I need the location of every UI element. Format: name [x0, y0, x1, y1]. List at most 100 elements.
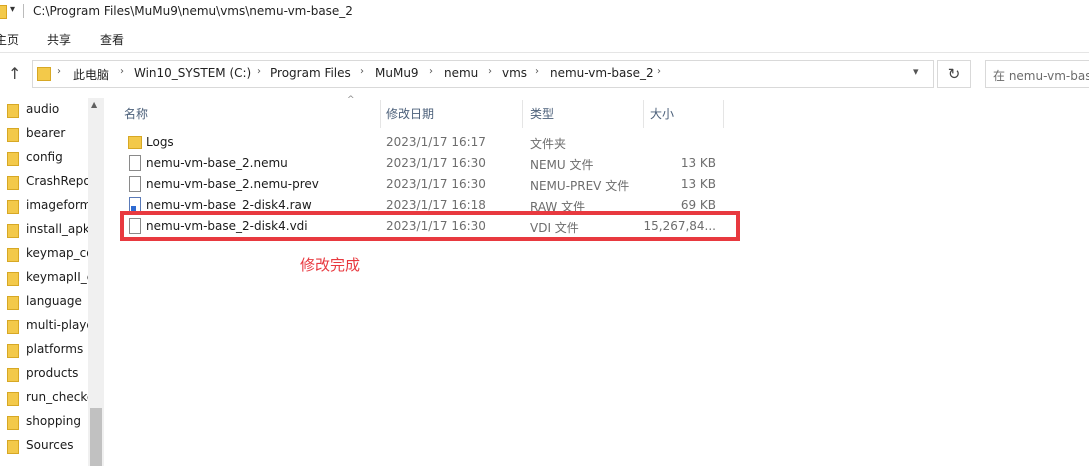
- nav-item-label: audio: [26, 102, 60, 116]
- chevron-right-icon[interactable]: ›: [535, 66, 539, 77]
- file-row[interactable]: nemu-vm-base_2.nemu 2023/1/17 16:30 NEMU…: [120, 153, 720, 174]
- file-row[interactable]: Logs 2023/1/17 16:17 文件夹: [120, 132, 720, 153]
- nav-item[interactable]: platforms: [0, 338, 88, 362]
- file-icon: [129, 155, 141, 171]
- file-date: 2023/1/17 16:30: [386, 156, 486, 170]
- nav-item[interactable]: language: [0, 290, 88, 314]
- annotation-label: 修改完成: [300, 256, 361, 274]
- folder-icon: [7, 176, 19, 190]
- refresh-button[interactable]: ↻: [937, 60, 971, 88]
- column-header-name[interactable]: 名称: [124, 105, 148, 122]
- file-row[interactable]: nemu-vm-base_2.nemu-prev 2023/1/17 16:30…: [120, 174, 720, 195]
- folder-icon: [7, 224, 19, 238]
- column-divider[interactable]: [522, 100, 523, 128]
- nav-item[interactable]: install_apk: [0, 218, 88, 242]
- file-name: nemu-vm-base_2.nemu-prev: [146, 177, 319, 191]
- window-title: C:\Program Files\MuMu9\nemu\vms\nemu-vm-…: [33, 4, 353, 18]
- folder-icon: [7, 128, 19, 142]
- breadcrumb-mumu9[interactable]: MuMu9: [375, 66, 419, 80]
- column-header-row: ^ 名称 修改日期 类型 大小: [104, 95, 724, 128]
- folder-icon: [7, 320, 19, 334]
- nav-item-label: language: [26, 294, 82, 308]
- ribbon-tabs: 主页 共享 查看: [0, 24, 1089, 53]
- folder-icon: [7, 248, 19, 262]
- nav-item[interactable]: products: [0, 362, 88, 386]
- refresh-icon: ↻: [947, 65, 961, 83]
- nav-item[interactable]: audio: [0, 98, 88, 122]
- folder-icon: [7, 344, 19, 358]
- breadcrumb-vms[interactable]: vms: [502, 66, 527, 80]
- breadcrumb-this-pc[interactable]: 此电脑: [73, 66, 109, 83]
- breadcrumb-program-files[interactable]: Program Files: [270, 66, 351, 80]
- chevron-right-icon[interactable]: ›: [57, 66, 61, 77]
- nav-item[interactable]: keymapII_c: [0, 266, 88, 290]
- nav-item[interactable]: keymap_co: [0, 242, 88, 266]
- file-date: 2023/1/17 16:18: [386, 198, 486, 212]
- breadcrumb-current-folder[interactable]: nemu-vm-base_2: [550, 66, 654, 80]
- chevron-right-icon[interactable]: ›: [257, 66, 261, 77]
- file-size: 69 KB: [680, 198, 716, 212]
- column-header-date[interactable]: 修改日期: [386, 105, 434, 122]
- chevron-right-icon[interactable]: ›: [120, 66, 124, 77]
- address-history-dropdown-icon[interactable]: ▾: [913, 65, 919, 78]
- folder-icon: [7, 416, 19, 430]
- nav-item[interactable]: shopping: [0, 410, 88, 434]
- tab-home[interactable]: 主页: [0, 31, 19, 48]
- nav-item-label: keymap_co: [26, 246, 88, 260]
- scroll-up-icon[interactable]: ▲: [91, 100, 97, 109]
- column-divider[interactable]: [643, 100, 644, 128]
- nav-item-label: platforms: [26, 342, 84, 356]
- folder-icon: [7, 440, 19, 454]
- folder-icon: [0, 5, 7, 19]
- up-arrow-icon[interactable]: ↑: [8, 64, 21, 83]
- nav-item[interactable]: bearer: [0, 122, 88, 146]
- folder-icon: [7, 104, 19, 118]
- file-type: NEMU 文件: [530, 158, 594, 172]
- chevron-right-icon[interactable]: ›: [429, 66, 433, 77]
- scrollbar-thumb[interactable]: [90, 408, 102, 466]
- column-header-size[interactable]: 大小: [650, 105, 674, 122]
- chevron-right-icon[interactable]: ›: [360, 66, 364, 77]
- breadcrumb-nemu[interactable]: nemu: [444, 66, 478, 80]
- nav-item-label: products: [26, 366, 79, 380]
- navigation-pane: audio bearer config CrashRepo imageform …: [0, 98, 104, 466]
- nav-item[interactable]: imageform: [0, 194, 88, 218]
- navigation-scrollbar[interactable]: ▲: [88, 98, 104, 466]
- nav-item[interactable]: run_checke: [0, 386, 88, 410]
- chevron-right-icon[interactable]: ›: [488, 66, 492, 77]
- column-divider[interactable]: [380, 100, 381, 128]
- nav-item-label: shopping: [26, 414, 81, 428]
- nav-item-label: keymapII_c: [26, 270, 88, 284]
- folder-icon: [7, 272, 19, 286]
- nav-item[interactable]: CrashRepo: [0, 170, 88, 194]
- nav-item-label: CrashRepo: [26, 174, 88, 188]
- nav-item-label: bearer: [26, 126, 66, 140]
- search-placeholder: 在 nemu-vm-bas: [993, 69, 1089, 83]
- folder-icon: [128, 136, 142, 149]
- nav-item[interactable]: config: [0, 146, 88, 170]
- nav-item-label: imageform: [26, 198, 88, 212]
- breadcrumb-drive[interactable]: Win10_SYSTEM (C:): [134, 66, 251, 80]
- quick-access-dropdown-icon[interactable]: ▾: [10, 4, 15, 15]
- column-divider[interactable]: [723, 100, 724, 128]
- folder-icon: [37, 67, 51, 81]
- search-input[interactable]: 在 nemu-vm-bas: [985, 60, 1089, 88]
- file-size: 13 KB: [680, 156, 716, 170]
- file-date: 2023/1/17 16:30: [386, 177, 486, 191]
- nav-item-label: install_apk: [26, 222, 88, 236]
- nav-item[interactable]: Sources: [0, 434, 88, 458]
- address-bar[interactable]: › 此电脑 › Win10_SYSTEM (C:) › Program File…: [32, 60, 934, 88]
- title-bar: ▾ C:\Program Files\MuMu9\nemu\vms\nemu-v…: [0, 0, 1089, 24]
- file-name: nemu-vm-base_2.nemu: [146, 156, 288, 170]
- file-name: nemu-vm-base_2-disk4.raw: [146, 198, 312, 212]
- title-separator: [23, 4, 24, 18]
- tab-view[interactable]: 查看: [100, 31, 124, 48]
- chevron-right-icon[interactable]: ›: [657, 66, 661, 77]
- column-header-type[interactable]: 类型: [530, 105, 554, 122]
- highlight-box: [120, 211, 740, 241]
- file-type: 文件夹: [530, 137, 567, 151]
- nav-item[interactable]: multi-playe: [0, 314, 88, 338]
- file-name: Logs: [146, 135, 174, 149]
- nav-item-label: config: [26, 150, 63, 164]
- tab-share[interactable]: 共享: [47, 31, 71, 48]
